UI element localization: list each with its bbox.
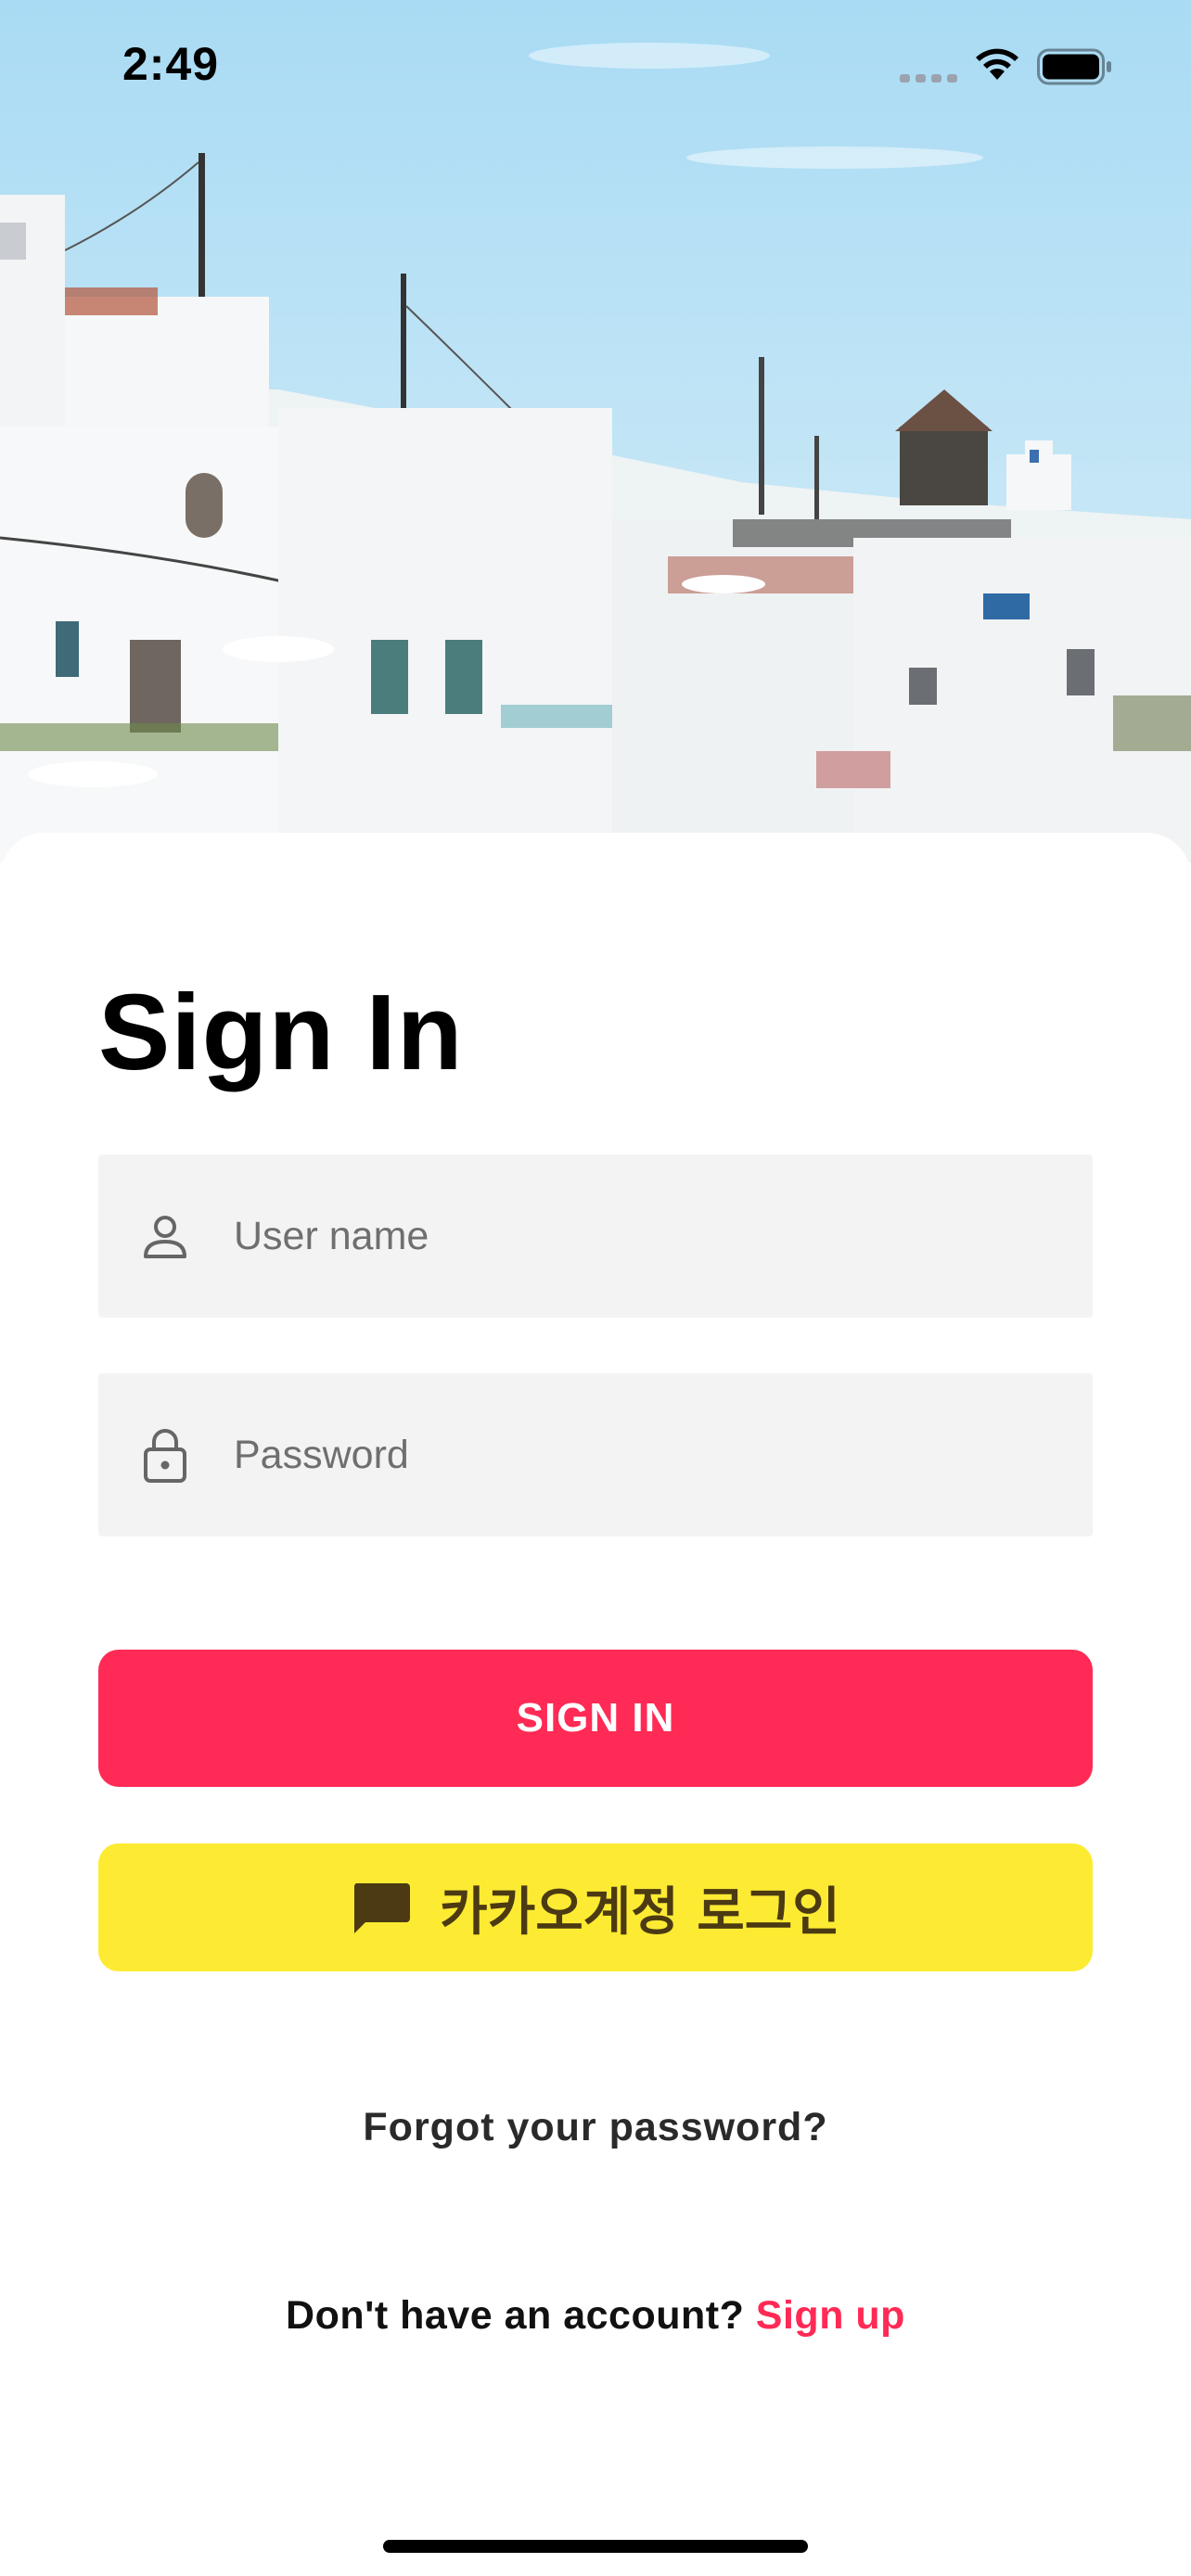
status-bar: 2:49 xyxy=(0,0,1191,130)
no-account-text: Don't have an account? xyxy=(286,2293,745,2338)
status-time: 2:49 xyxy=(122,38,220,90)
battery-icon xyxy=(1037,48,1113,90)
kakao-login-label: 카카오계정 로그인 xyxy=(440,1881,840,1943)
username-input[interactable] xyxy=(234,1154,1093,1318)
sign-in-screen: 2:49 Sign In User name SIGN IN 카카오계정 로그인… xyxy=(0,0,1191,2576)
password-input[interactable] xyxy=(234,1373,1093,1537)
forgot-password-link[interactable]: Forgot your password? xyxy=(0,2105,1191,2150)
wifi-icon xyxy=(972,45,1022,86)
sign-in-button[interactable]: SIGN IN xyxy=(98,1650,1093,1787)
sign-up-prompt: Don't have an account? Sign up xyxy=(0,2293,1191,2339)
lock-icon xyxy=(139,1429,191,1483)
sign-up-link[interactable]: Sign up xyxy=(756,2293,905,2338)
sign-in-button-label: SIGN IN xyxy=(516,1695,675,1741)
kakao-login-button[interactable]: 카카오계정 로그인 xyxy=(98,1843,1093,1971)
sign-in-sheet: Sign In SIGN IN xyxy=(0,833,1191,2576)
home-indicator xyxy=(383,2540,808,2553)
chat-bubble-icon xyxy=(351,1880,412,1935)
username-field[interactable] xyxy=(98,1154,1093,1318)
page-title: Sign In xyxy=(98,972,464,1092)
cellular-signal-icon xyxy=(900,74,957,83)
person-icon xyxy=(139,1210,191,1262)
password-field[interactable] xyxy=(98,1373,1093,1537)
